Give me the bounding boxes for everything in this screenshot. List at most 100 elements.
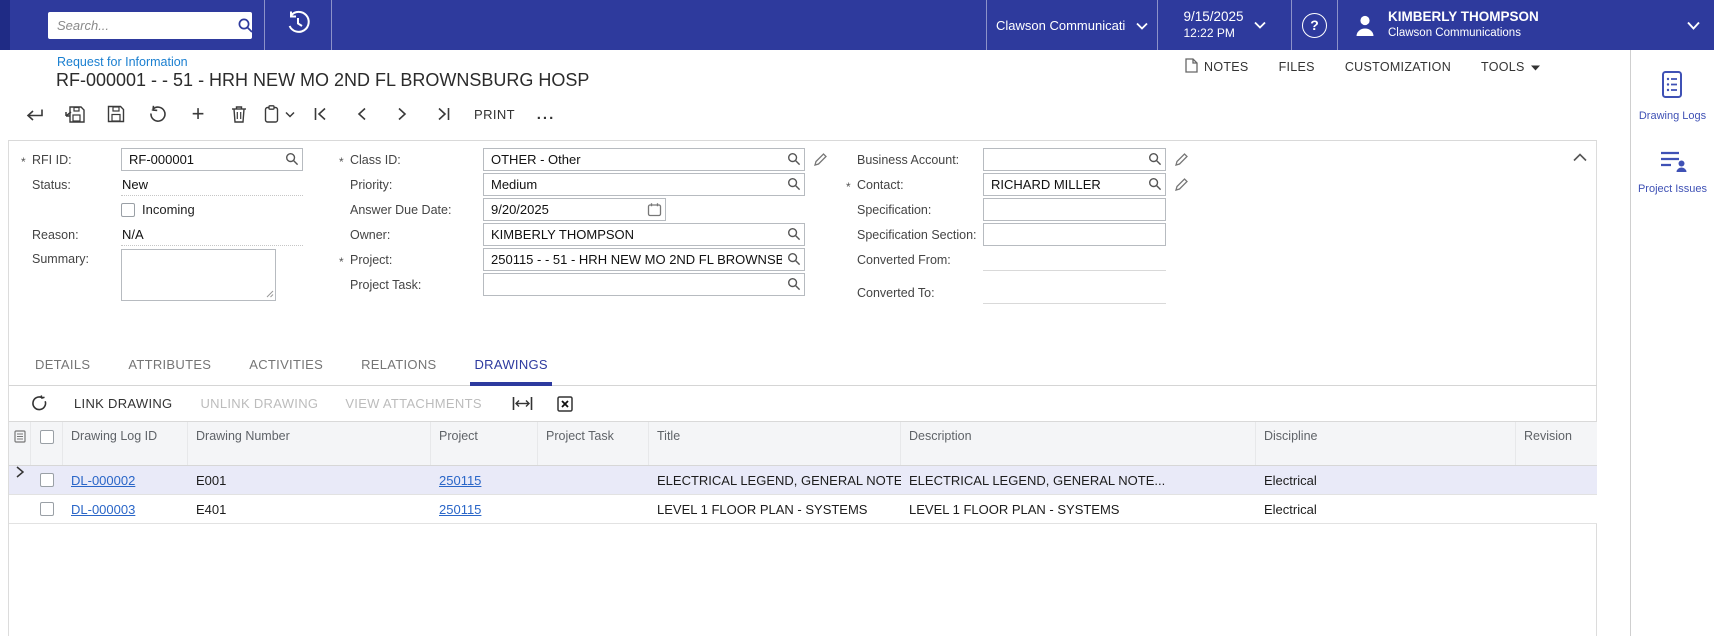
- first-record-button[interactable]: [304, 98, 336, 130]
- column-header-description[interactable]: Description: [901, 422, 1256, 465]
- cell-title[interactable]: LEVEL 1 FLOOR PLAN - SYSTEMS: [649, 495, 901, 524]
- previous-record-button[interactable]: [345, 98, 377, 130]
- save-button[interactable]: [100, 98, 132, 130]
- view-attachments-button[interactable]: VIEW ATTACHMENTS: [345, 396, 482, 411]
- files-button[interactable]: FILES: [1279, 60, 1315, 74]
- tab-attributes[interactable]: ATTRIBUTES: [124, 357, 215, 386]
- lookup-icon[interactable]: [787, 152, 801, 166]
- cell-drawing-number[interactable]: E001: [188, 466, 431, 495]
- search-input[interactable]: [48, 13, 237, 37]
- user-menu[interactable]: KIMBERLY THOMPSON Clawson Communications: [1338, 0, 1714, 50]
- project-task-field[interactable]: [483, 273, 805, 296]
- chevron-down-icon[interactable]: [285, 111, 295, 118]
- delete-button[interactable]: [223, 98, 255, 130]
- print-button[interactable]: PRINT: [468, 98, 521, 130]
- breadcrumb[interactable]: Request for Information: [57, 55, 188, 69]
- business-account-field[interactable]: [983, 148, 1166, 171]
- lookup-icon[interactable]: [285, 152, 299, 166]
- more-actions-button[interactable]: ...: [530, 98, 562, 130]
- required-marker: *: [339, 254, 344, 269]
- row-checkbox[interactable]: [40, 502, 54, 516]
- calendar-icon[interactable]: [647, 202, 662, 217]
- specification-field[interactable]: [983, 198, 1166, 221]
- add-new-button[interactable]: +: [182, 98, 214, 130]
- drawing-log-link[interactable]: DL-000002: [71, 473, 135, 488]
- project-link[interactable]: 250115: [439, 502, 481, 517]
- edit-pencil-icon[interactable]: [813, 152, 828, 167]
- export-to-excel-icon[interactable]: [557, 395, 573, 412]
- last-record-button[interactable]: [427, 98, 459, 130]
- edit-pencil-icon[interactable]: [1174, 177, 1189, 192]
- lookup-icon[interactable]: [787, 277, 801, 291]
- class-id-field[interactable]: [483, 148, 805, 171]
- column-header-title[interactable]: Title: [649, 422, 901, 465]
- lookup-icon[interactable]: [787, 177, 801, 191]
- column-header-revision[interactable]: Revision: [1516, 422, 1598, 465]
- tab-details[interactable]: DETAILS: [31, 357, 94, 386]
- column-header-project[interactable]: Project: [431, 422, 538, 465]
- column-header-discipline[interactable]: Discipline: [1256, 422, 1516, 465]
- column-header-project-task[interactable]: Project Task: [538, 422, 649, 465]
- tab-drawings[interactable]: DRAWINGS: [470, 357, 552, 386]
- refresh-button[interactable]: [31, 395, 48, 412]
- drawing-logs-icon: [1658, 70, 1686, 105]
- row-checkbox[interactable]: [40, 473, 54, 487]
- company-selector[interactable]: Clawson Communications...: [987, 0, 1157, 50]
- lookup-icon[interactable]: [1148, 177, 1162, 191]
- tools-button[interactable]: TOOLS: [1481, 60, 1540, 74]
- cell-discipline[interactable]: Electrical: [1256, 466, 1516, 495]
- column-header-drawing-log-id[interactable]: Drawing Log ID: [63, 422, 188, 465]
- contact-field[interactable]: [983, 173, 1166, 196]
- cell-revision[interactable]: [1516, 495, 1598, 524]
- fit-to-screen-icon[interactable]: [512, 396, 533, 411]
- table-row[interactable]: DL-000002 E001 250115 ELECTRICAL LEGEND,…: [9, 465, 1598, 495]
- cell-drawing-number[interactable]: E401: [188, 495, 431, 524]
- owner-field[interactable]: [483, 223, 805, 246]
- project-label: * Project:: [339, 252, 393, 269]
- summary-field[interactable]: [121, 249, 276, 301]
- undo-button[interactable]: [141, 98, 173, 130]
- clipboard-button[interactable]: [264, 105, 295, 123]
- unlink-drawing-button[interactable]: UNLINK DRAWING: [200, 396, 318, 411]
- next-record-button[interactable]: [386, 98, 418, 130]
- tab-relations[interactable]: RELATIONS: [357, 357, 440, 386]
- drawing-log-link[interactable]: DL-000003: [71, 502, 135, 517]
- lookup-icon[interactable]: [787, 227, 801, 241]
- project-link[interactable]: 250115: [439, 473, 481, 488]
- rfi-id-label: * RFI ID:: [21, 152, 72, 169]
- priority-field[interactable]: [483, 173, 805, 196]
- cell-title[interactable]: ELECTRICAL LEGEND, GENERAL NOTE...: [649, 466, 901, 495]
- notes-button[interactable]: NOTES: [1185, 58, 1249, 76]
- lookup-icon[interactable]: [787, 252, 801, 266]
- cell-project-task[interactable]: [538, 495, 649, 524]
- side-panel-item-drawing-logs[interactable]: Drawing Logs: [1639, 70, 1706, 123]
- grid-settings-icon[interactable]: [9, 422, 31, 465]
- incoming-checkbox[interactable]: [121, 202, 135, 217]
- rfi-id-field[interactable]: [121, 148, 303, 171]
- select-all-checkbox[interactable]: [39, 430, 54, 444]
- lookup-icon[interactable]: [1148, 152, 1162, 166]
- recent-items-button[interactable]: [265, 0, 331, 50]
- table-row[interactable]: DL-000003 E401 250115 LEVEL 1 FLOOR PLAN…: [9, 495, 1597, 524]
- business-date-selector[interactable]: 9/15/2025 12:22 PM: [1158, 0, 1291, 50]
- back-button[interactable]: [18, 98, 50, 130]
- specification-section-field[interactable]: [983, 223, 1166, 246]
- cell-discipline[interactable]: Electrical: [1256, 495, 1516, 524]
- project-field[interactable]: [483, 248, 805, 271]
- customization-button[interactable]: CUSTOMIZATION: [1345, 60, 1451, 74]
- cell-revision[interactable]: [1516, 466, 1598, 495]
- link-drawing-button[interactable]: LINK DRAWING: [74, 396, 172, 411]
- save-close-button[interactable]: [59, 98, 91, 130]
- edit-pencil-icon[interactable]: [1174, 152, 1189, 167]
- search-icon[interactable]: [237, 17, 254, 34]
- collapse-form-button[interactable]: [1573, 149, 1587, 167]
- cell-description[interactable]: LEVEL 1 FLOOR PLAN - SYSTEMS: [901, 495, 1256, 524]
- global-search[interactable]: [48, 11, 254, 39]
- cell-description[interactable]: ELECTRICAL LEGEND, GENERAL NOTE...: [901, 466, 1256, 495]
- side-panel-item-project-issues[interactable]: Project Issues: [1638, 149, 1707, 196]
- tab-activities[interactable]: ACTIVITIES: [245, 357, 327, 386]
- answer-due-date-field[interactable]: [483, 198, 666, 221]
- cell-project-task[interactable]: [538, 466, 649, 495]
- column-header-drawing-number[interactable]: Drawing Number: [188, 422, 431, 465]
- help-button[interactable]: ?: [1292, 0, 1337, 50]
